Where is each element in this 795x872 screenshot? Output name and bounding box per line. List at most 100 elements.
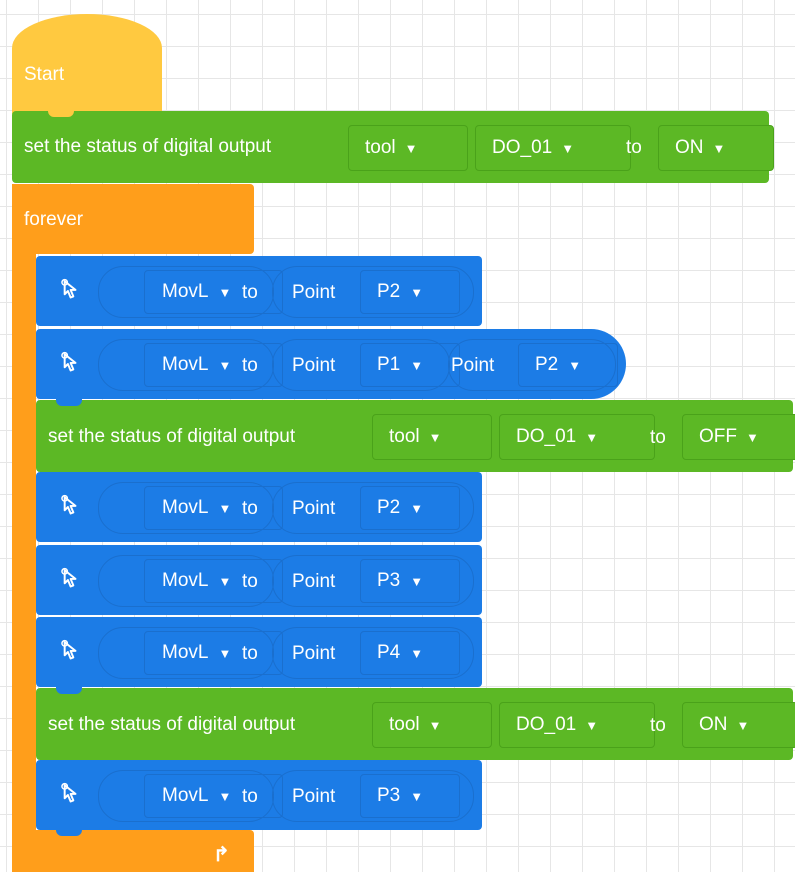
to-label: to (242, 786, 258, 807)
io-type-dropdown[interactable]: tool ▼ (372, 702, 492, 748)
motion-mode-value: MovL (162, 570, 209, 591)
chevron-down-icon: ▼ (404, 140, 418, 156)
state-value: ON (675, 137, 704, 158)
move-block-5[interactable]: MovL ▼ to Point P4 ▼ (36, 617, 482, 687)
chevron-down-icon: ▼ (410, 788, 424, 804)
io-type-value: tool (389, 714, 420, 735)
motion-mode-value: MovL (162, 281, 209, 302)
motion-mode-dropdown[interactable]: MovL ▼ (144, 559, 283, 603)
motion-mode-value: MovL (162, 354, 209, 375)
point-dropdown[interactable]: P2 ▼ (360, 486, 460, 530)
point-value: P3 (377, 570, 401, 591)
set-digital-output-block-3[interactable]: set the status of digital output tool ▼ D… (36, 687, 795, 760)
chevron-down-icon: ▼ (410, 645, 424, 661)
block-connector (56, 687, 82, 694)
port-value: DO_01 (516, 714, 577, 735)
block-connector (48, 110, 74, 117)
to-label: to (242, 498, 258, 519)
point-dropdown[interactable]: P2 ▼ (360, 270, 460, 314)
point-value: P2 (377, 281, 401, 302)
motion-mode-dropdown[interactable]: MovL ▼ (144, 486, 283, 530)
chevron-down-icon: ▼ (585, 717, 599, 733)
motion-mode-dropdown[interactable]: MovL ▼ (144, 631, 283, 675)
to-label: to (650, 715, 666, 736)
point-value: P1 (377, 354, 401, 375)
chevron-down-icon: ▼ (428, 429, 442, 445)
start-label: Start (24, 64, 65, 85)
port-dropdown[interactable]: DO_01 ▼ (475, 125, 631, 171)
forever-block-arm (12, 184, 36, 872)
move-block-3[interactable]: MovL ▼ to Point P2 ▼ (36, 472, 482, 542)
point-dropdown[interactable]: P1 ▼ (360, 343, 460, 387)
set-output-label: set the status of digital output (24, 136, 272, 157)
state-dropdown[interactable]: ON ▼ (658, 125, 774, 171)
chevron-down-icon: ▼ (218, 500, 232, 516)
loop-arrow-icon: ↱ (213, 844, 230, 866)
chevron-down-icon: ▼ (218, 645, 232, 661)
chevron-down-icon: ▼ (561, 140, 575, 156)
point-value: P4 (377, 642, 401, 663)
set-output-label: set the status of digital output (48, 426, 296, 447)
port-dropdown[interactable]: DO_01 ▼ (499, 702, 655, 748)
chevron-down-icon: ▼ (410, 573, 424, 589)
motion-mode-value: MovL (162, 785, 209, 806)
move-block-4[interactable]: MovL ▼ to Point P3 ▼ (36, 545, 482, 615)
motion-mode-value: MovL (162, 497, 209, 518)
point-label: Point (292, 282, 336, 303)
io-type-dropdown[interactable]: tool ▼ (372, 414, 492, 460)
pointer-hand-icon (61, 567, 77, 588)
point-label: Point (292, 643, 336, 664)
motion-mode-dropdown[interactable]: MovL ▼ (144, 270, 283, 314)
chevron-down-icon: ▼ (746, 429, 759, 445)
io-type-value: tool (365, 137, 396, 158)
set-digital-output-block-2[interactable]: set the status of digital output tool ▼ D… (36, 399, 795, 472)
motion-mode-dropdown[interactable]: MovL ▼ (144, 343, 283, 387)
chevron-down-icon: ▼ (585, 429, 599, 445)
chevron-down-icon: ▼ (712, 140, 726, 156)
point-value: P3 (377, 785, 401, 806)
chevron-down-icon: ▼ (218, 788, 232, 804)
point-dropdown[interactable]: P4 ▼ (360, 631, 460, 675)
point-dropdown[interactable]: P3 ▼ (360, 774, 460, 818)
point-label: Point (292, 786, 336, 807)
to-label: to (242, 571, 258, 592)
state-dropdown[interactable]: OFF ▼ (682, 414, 795, 460)
move-block-2[interactable]: MovL ▼ to Point P1 ▼ Point P2 ▼ (36, 329, 626, 399)
to-label: to (242, 355, 258, 376)
point-value: P2 (377, 497, 401, 518)
pointer-hand-icon (61, 639, 77, 660)
extra-point-value: P2 (535, 354, 559, 375)
set-digital-output-block-1[interactable]: set the status of digital output tool ▼ D… (12, 110, 774, 183)
to-label: to (242, 282, 258, 303)
motion-mode-dropdown[interactable]: MovL ▼ (144, 774, 283, 818)
chevron-down-icon: ▼ (410, 357, 424, 373)
pointer-hand-icon (61, 782, 77, 803)
state-value: ON (699, 714, 728, 735)
state-value: OFF (699, 426, 737, 447)
block-connector (56, 828, 82, 836)
pointer-hand-icon (61, 351, 77, 372)
chevron-down-icon: ▼ (410, 284, 424, 300)
extra-point-label: Point (451, 355, 495, 376)
io-type-dropdown[interactable]: tool ▼ (348, 125, 468, 171)
port-dropdown[interactable]: DO_01 ▼ (499, 414, 655, 460)
chevron-down-icon: ▼ (568, 357, 582, 373)
pointer-hand-icon (61, 494, 77, 515)
move-block-1[interactable]: MovL ▼ to Point P2 ▼ (36, 256, 482, 326)
chevron-down-icon: ▼ (218, 573, 232, 589)
chevron-down-icon: ▼ (410, 500, 424, 516)
to-label: to (626, 137, 642, 158)
port-value: DO_01 (492, 137, 553, 158)
pointer-hand-icon (61, 278, 77, 299)
extra-point-dropdown[interactable]: P2 ▼ (518, 343, 618, 387)
point-dropdown[interactable]: P3 ▼ (360, 559, 460, 603)
to-label: to (650, 427, 666, 448)
to-label: to (242, 643, 258, 664)
port-value: DO_01 (516, 426, 577, 447)
state-dropdown[interactable]: ON ▼ (682, 702, 795, 748)
move-block-6[interactable]: MovL ▼ to Point P3 ▼ (36, 760, 482, 836)
chevron-down-icon: ▼ (736, 717, 750, 733)
chevron-down-icon: ▼ (218, 357, 232, 373)
motion-mode-value: MovL (162, 642, 209, 663)
forever-label: forever (24, 209, 84, 230)
